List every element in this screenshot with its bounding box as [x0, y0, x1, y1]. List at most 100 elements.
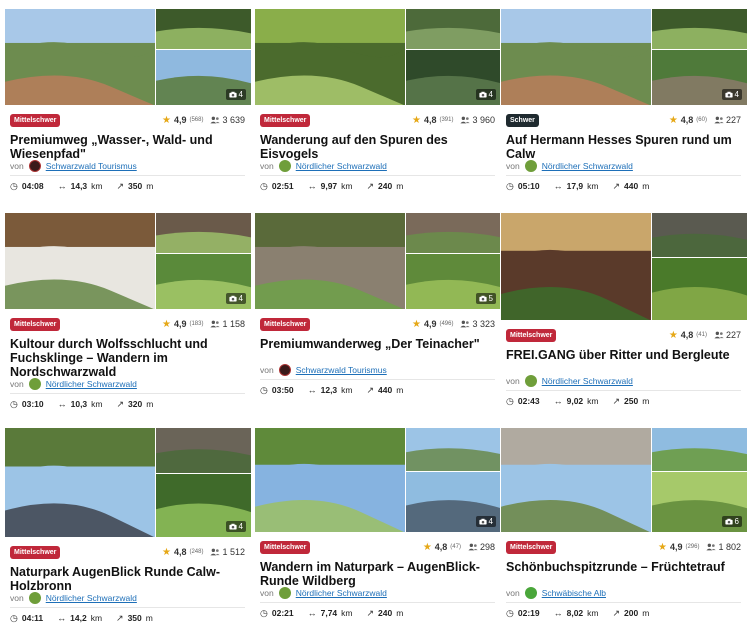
author-link[interactable]: Nördlicher Schwarzwald: [542, 376, 633, 386]
clock-icon: ◷: [260, 607, 268, 618]
tour-main-photo[interactable]: [500, 212, 652, 320]
duration-value: 02:19: [517, 608, 540, 618]
tour-side-photo[interactable]: [405, 212, 501, 254]
tour-side-photo[interactable]: [405, 427, 501, 472]
difficulty-badge: Schwer: [506, 113, 539, 127]
tour-main-photo[interactable]: [254, 212, 406, 309]
photo-count-badge: 5: [475, 293, 496, 304]
duration-value: 02:51: [271, 181, 294, 191]
author-link[interactable]: Schwäbische Alb: [542, 588, 606, 598]
tour-card[interactable]: 4 Mittelschwer ★ 4,9 (568) 3 639 Premium…: [4, 8, 251, 205]
distance-icon: ↔: [57, 613, 67, 623]
tour-main-photo[interactable]: [4, 212, 156, 309]
author-link[interactable]: Nördlicher Schwarzwald: [46, 379, 137, 389]
tour-side-photo[interactable]: 5: [405, 253, 501, 309]
clock-icon: ◷: [260, 384, 268, 395]
ascent-icon: ↗: [366, 384, 375, 395]
tour-photo-gallery[interactable]: 6: [500, 427, 747, 532]
tour-card[interactable]: 6 Mittelschwer ★ 4,9 (296) 1 802 Schönbu…: [500, 427, 747, 632]
tour-side-photo[interactable]: 4: [405, 471, 501, 532]
author-link[interactable]: Nördlicher Schwarzwald: [296, 588, 387, 598]
tour-title[interactable]: Naturpark AugenBlick Runde Calw-Holzbron…: [10, 565, 247, 593]
tour-photo-gallery[interactable]: 4: [4, 212, 251, 309]
duration-stat: ◷ 04:08: [10, 181, 44, 192]
author-prefix: von: [506, 161, 520, 171]
tour-side-photo[interactable]: [651, 257, 747, 320]
tour-side-photo[interactable]: [155, 427, 251, 474]
photo-count: 6: [734, 517, 739, 526]
tour-card[interactable]: 4 Mittelschwer ★ 4,9 (183) 1 158 Kultour…: [4, 212, 251, 409]
photo-count-badge: 4: [475, 516, 496, 527]
ascent-value: 350: [127, 613, 142, 623]
tour-side-photo[interactable]: 4: [651, 49, 747, 105]
tour-main-photo[interactable]: [4, 427, 156, 537]
tour-side-photo[interactable]: 4: [405, 49, 501, 105]
tour-main-photo[interactable]: [500, 8, 652, 105]
author-logo-icon: [28, 160, 41, 172]
author-link[interactable]: Schwarzwald Tourismus: [296, 365, 387, 375]
tour-side-photo[interactable]: [155, 212, 251, 254]
author-link[interactable]: Nördlicher Schwarzwald: [542, 161, 633, 171]
tour-side-photo[interactable]: [405, 8, 501, 50]
tour-title[interactable]: Premiumweg „Wasser-, Wald- und Wiesenpfa…: [10, 133, 247, 161]
duration-stat: ◷ 04:11: [10, 613, 43, 624]
tour-card[interactable]: 4 Mittelschwer ★ 4,8 (47) 298 Wandern im…: [254, 427, 501, 632]
tour-card[interactable]: Mittelschwer ★ 4,8 (41) 227 FREI.GANG üb…: [500, 212, 747, 420]
distance-stat: ↔ 9,97 km: [308, 181, 353, 191]
tour-main-photo[interactable]: [254, 8, 406, 105]
tour-side-photo[interactable]: 4: [155, 253, 251, 309]
tour-title[interactable]: Schönbuchspitzrunde – Früchtetrauf: [506, 560, 743, 574]
difficulty-badge: Mittelschwer: [10, 545, 61, 559]
review-count: (568): [189, 117, 204, 123]
tour-side-photo[interactable]: [651, 212, 747, 258]
tour-card[interactable]: 4 Mittelschwer ★ 4,8 (391) 3 960 Wanderu…: [254, 8, 501, 205]
tour-side-photo[interactable]: [155, 8, 251, 50]
tour-main-photo[interactable]: [500, 427, 652, 532]
tour-title[interactable]: Wandern im Naturpark – AugenBlick-Runde …: [260, 560, 497, 588]
author-link[interactable]: Schwarzwald Tourismus: [46, 161, 137, 171]
star-icon: ★: [411, 114, 421, 126]
tour-photo-gallery[interactable]: 4: [4, 8, 251, 105]
tour-title[interactable]: Premiumwanderweg „Der Teinacher": [260, 337, 497, 351]
rating-summary: ★ 4,8 (248) 1 512: [162, 547, 245, 558]
tour-side-photo[interactable]: 4: [155, 49, 251, 105]
tour-side-photo[interactable]: 4: [155, 473, 251, 537]
author-link[interactable]: Nördlicher Schwarzwald: [46, 593, 137, 603]
author-link[interactable]: Nördlicher Schwarzwald: [296, 161, 387, 171]
tour-card[interactable]: 4 Mittelschwer ★ 4,8 (248) 1 512 Naturpa…: [4, 427, 251, 637]
author-prefix: von: [10, 593, 24, 603]
distance-stat: ↔ 10,3 km: [58, 399, 103, 409]
tour-main-photo[interactable]: [4, 8, 156, 105]
tour-photo-gallery[interactable]: 4: [500, 8, 747, 105]
rating-value: 4,8: [173, 547, 187, 557]
tour-title[interactable]: Auf Hermann Hesses Spuren rund um Calw: [506, 133, 743, 161]
tour-photo-gallery[interactable]: 5: [254, 212, 501, 309]
tour-side-photo[interactable]: 6: [651, 471, 747, 532]
tour-main-photo[interactable]: [254, 427, 406, 532]
photo-count-badge: 4: [225, 293, 246, 304]
tour-author: von Schwäbische Alb: [506, 586, 741, 600]
tour-title[interactable]: Kultour durch Wolfsschlucht und Fuchskli…: [10, 337, 247, 379]
tour-photo-gallery[interactable]: [500, 212, 747, 320]
tour-photo-gallery[interactable]: 4: [254, 427, 501, 532]
tour-photo-gallery[interactable]: 4: [4, 427, 251, 537]
people-icon: [210, 548, 221, 556]
tour-side-photo[interactable]: [651, 8, 747, 50]
tour-side-photo[interactable]: [651, 427, 747, 472]
people-icon: [210, 320, 221, 328]
ascent-icon: ↗: [612, 607, 621, 618]
clock-icon: ◷: [506, 607, 514, 618]
review-count: (41): [696, 332, 707, 338]
rating-value: 4,8: [680, 115, 694, 125]
people-count-value: 1 512: [222, 547, 245, 557]
people-count-value: 1 158: [222, 319, 245, 329]
photo-count: 4: [488, 517, 493, 526]
tour-title[interactable]: FREI.GANG über Ritter und Bergleute: [506, 348, 743, 362]
tour-title[interactable]: Wanderung auf den Spuren des Eisvogels: [260, 133, 497, 161]
people-icon: [210, 116, 221, 124]
tour-photo-gallery[interactable]: 4: [254, 8, 501, 105]
tour-card[interactable]: 4 Schwer ★ 4,8 (60) 227 Auf Hermann Hess…: [500, 8, 747, 205]
tour-card[interactable]: 5 Mittelschwer ★ 4,9 (496) 3 323 Premium…: [254, 212, 501, 409]
ascent-value: 440: [378, 385, 393, 395]
rating-summary: ★ 4,9 (183) 1 158: [162, 319, 245, 330]
